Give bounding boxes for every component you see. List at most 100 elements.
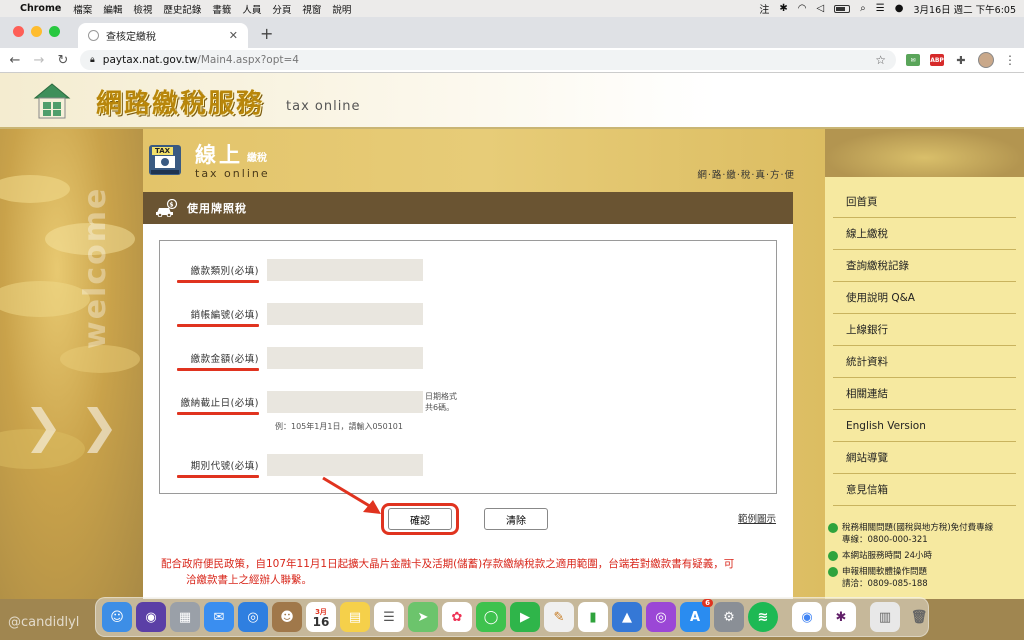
menubar-clock[interactable]: 3月16日 週二 下午6:05	[913, 2, 1016, 16]
close-window-button[interactable]	[13, 26, 24, 37]
menu-window[interactable]: 視窗	[302, 2, 321, 16]
menu-bookmarks[interactable]: 書籤	[212, 2, 231, 16]
new-tab-icon[interactable]: +	[248, 24, 273, 48]
sidebar-item-tax-records[interactable]: 查詢繳稅記錄	[833, 250, 1016, 282]
mute-icon[interactable]: ◁	[816, 3, 824, 14]
back-icon[interactable]: ←	[8, 53, 22, 68]
due-date-input[interactable]	[267, 391, 423, 413]
extension-adblock-icon[interactable]: ABP	[930, 54, 944, 66]
contact-detail: 專線：0800-000-321	[842, 535, 928, 545]
document-icon[interactable]: ▥	[870, 602, 900, 632]
amount-input[interactable]	[267, 347, 423, 369]
sample-image-link[interactable]: 範例圖示	[738, 511, 776, 525]
menu-app-name[interactable]: Chrome	[20, 3, 61, 14]
account-number-label: 銷帳編號(必填)	[160, 307, 267, 327]
clear-button[interactable]: 清除	[484, 508, 548, 530]
sidebar-item-banks[interactable]: 上線銀行	[833, 314, 1016, 346]
bluetooth-icon[interactable]: ✱	[779, 3, 787, 14]
trash-icon[interactable]: 🗑︎	[904, 602, 934, 632]
right-sidebar: 回首頁 線上繳稅 查詢繳稅記錄 使用說明 Q&A 上線銀行 統計資料 相關連結 …	[825, 129, 1024, 599]
sidebar-item-feedback[interactable]: 意見信箱	[833, 474, 1016, 506]
reminders-icon[interactable]: ☰	[374, 602, 404, 632]
sidebar-item-online-tax[interactable]: 線上繳稅	[833, 218, 1016, 250]
lock-icon[interactable]: 🔒︎	[90, 55, 95, 65]
red-arrow-annotation	[322, 476, 381, 514]
input-method-icon[interactable]: 注	[759, 1, 769, 16]
sidebar-item-links[interactable]: 相關連結	[833, 378, 1016, 410]
payment-type-label: 繳款類別(必填)	[160, 263, 267, 283]
sidebar-item-faq[interactable]: 使用說明 Q&A	[833, 282, 1016, 314]
pages-icon[interactable]: ✎	[544, 602, 574, 632]
photos-icon[interactable]: ✿	[442, 602, 472, 632]
photo-watermark: @candidlyl	[8, 615, 80, 630]
phone-icon	[828, 523, 838, 533]
home-house-icon[interactable]	[32, 81, 72, 121]
spotify-icon[interactable]: ≋	[748, 602, 778, 632]
extension-mail-icon[interactable]: ✉	[906, 54, 920, 66]
window-controls	[0, 26, 60, 48]
period-code-input[interactable]	[267, 454, 423, 476]
site-banner: 網路繳稅服務 tax online	[0, 73, 1024, 129]
profile-avatar[interactable]	[978, 52, 994, 68]
chrome-icon[interactable]: ◉	[792, 602, 822, 632]
forward-icon[interactable]: →	[32, 53, 46, 68]
finder-icon[interactable]: ☺	[102, 602, 132, 632]
reload-icon[interactable]: ↻	[56, 53, 70, 68]
menu-view[interactable]: 檢視	[133, 2, 152, 16]
due-date-example: 例：105年1月1日，請輸入050101	[275, 422, 403, 431]
facetime-icon[interactable]: ▶	[510, 602, 540, 632]
battery-icon[interactable]	[834, 4, 851, 13]
confirm-button[interactable]: 確認	[388, 508, 452, 530]
app-store-icon[interactable]: A 6	[680, 599, 713, 632]
panel-title: 使用牌照稅	[187, 202, 247, 215]
messages-icon[interactable]: ◯	[476, 602, 506, 632]
minimize-window-button[interactable]	[31, 26, 42, 37]
bookmark-star-icon[interactable]: ☆	[875, 53, 886, 67]
welcome-watermark: welcome	[78, 186, 113, 349]
extensions-puzzle-icon[interactable]: ✚	[954, 54, 968, 67]
notes-icon[interactable]: ▤	[340, 602, 370, 632]
contacts-icon[interactable]: ☻	[272, 602, 302, 632]
app-store-badge: 6	[702, 599, 713, 607]
menu-file[interactable]: 檔案	[73, 2, 92, 16]
policy-notice: 配合政府便民政策，自107年11月1日起擴大晶片金融卡及活期(儲蓄)存款繳納稅款…	[161, 556, 781, 588]
payment-type-input[interactable]	[267, 259, 423, 281]
site-title: 網路繳稅服務	[96, 89, 265, 119]
spotlight-icon[interactable]: ⌕	[860, 3, 866, 14]
sidebar-item-home[interactable]: 回首頁	[833, 186, 1016, 218]
period-code-label: 期別代號(必填)	[160, 458, 267, 478]
chrome-menu-icon[interactable]: ⋮	[1004, 53, 1016, 67]
tab-close-icon[interactable]: ✕	[229, 29, 238, 42]
sidebar-item-statistics[interactable]: 統計資料	[833, 346, 1016, 378]
mail-icon[interactable]: ✉	[204, 602, 234, 632]
calendar-icon[interactable]: 3月 16	[306, 602, 336, 632]
account-number-input[interactable]	[267, 303, 423, 325]
menu-tab[interactable]: 分頁	[272, 2, 291, 16]
field-row-payment-type: 繳款類別(必填)	[160, 259, 423, 283]
menu-people[interactable]: 人員	[242, 2, 261, 16]
maps-icon[interactable]: ➤	[408, 602, 438, 632]
numbers-icon[interactable]: ▮	[578, 602, 608, 632]
wifi-icon[interactable]: ◠	[798, 3, 807, 14]
browser-tab[interactable]: 查核定繳稅 ✕	[78, 23, 248, 48]
user-icon[interactable]: ●	[895, 3, 904, 14]
menu-edit[interactable]: 編輯	[103, 2, 122, 16]
siri-icon[interactable]: ◉	[136, 602, 166, 632]
safari-icon[interactable]: ◎	[238, 602, 268, 632]
sidebar-item-sitemap[interactable]: 網站導覽	[833, 442, 1016, 474]
menu-history[interactable]: 歷史記錄	[163, 2, 201, 16]
control-center-icon[interactable]: ☰	[876, 3, 885, 14]
system-preferences-icon[interactable]: ⚙	[714, 602, 744, 632]
slack-icon[interactable]: ✱	[826, 602, 856, 632]
field-row-due-date: 繳納截止日(必填) 日期格式 共6碼。	[160, 391, 457, 415]
zoom-window-button[interactable]	[49, 26, 60, 37]
podcasts-icon[interactable]: ◎	[646, 602, 676, 632]
menu-help[interactable]: 說明	[332, 2, 351, 16]
sidebar-item-english[interactable]: English Version	[833, 410, 1016, 442]
keynote-icon[interactable]: ▲	[612, 602, 642, 632]
address-bar[interactable]: 🔒︎ paytax.nat.gov.tw/Main4.aspx?opt=4 ☆	[80, 50, 896, 70]
tab-favicon-icon	[88, 30, 99, 41]
launchpad-icon[interactable]: ▦	[170, 602, 200, 632]
notice-line-1: 配合政府便民政策，自107年11月1日起擴大晶片金融卡及活期(儲蓄)存款繳納稅款…	[161, 558, 735, 570]
contact-detail: 請洽：0809-085-188	[842, 579, 928, 589]
